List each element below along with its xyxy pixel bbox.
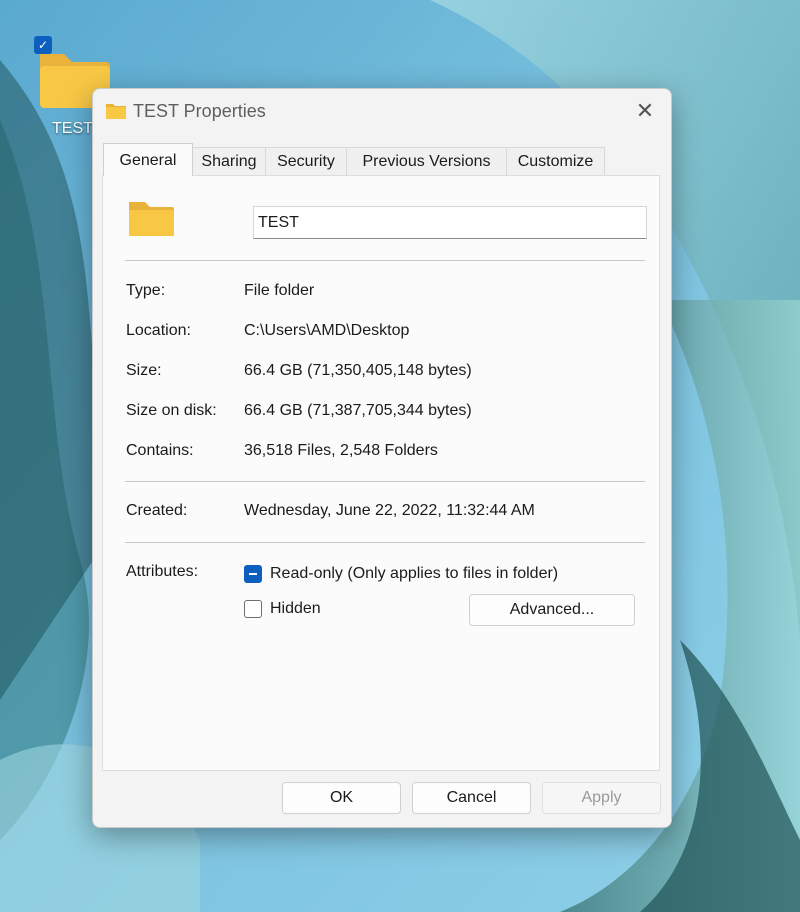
close-icon: ✕ (635, 98, 655, 123)
size-on-disk-value: 66.4 GB (71,387,705,344 bytes) (244, 402, 472, 419)
attributes-label: Attributes: (126, 563, 199, 580)
type-value: File folder (244, 282, 315, 299)
location-value: C:\Users\AMD\Desktop (244, 322, 410, 339)
divider (125, 542, 645, 543)
divider (125, 481, 645, 482)
tab-customize[interactable]: Customize (506, 147, 605, 175)
tab-security[interactable]: Security (265, 147, 347, 175)
type-label: Type: (126, 282, 166, 299)
contains-label: Contains: (126, 442, 194, 459)
selected-check-icon: ✓ (34, 36, 52, 54)
tab-previous-versions[interactable]: Previous Versions (346, 147, 507, 175)
tab-general[interactable]: General (103, 143, 193, 176)
size-value: 66.4 GB (71,350,405,148 bytes) (244, 362, 472, 379)
general-panel: TEST Type: File folder Location: C:\User… (102, 175, 660, 771)
advanced-button[interactable]: Advanced... (469, 594, 635, 626)
desktop-icon-label: TEST (52, 120, 93, 137)
size-label: Size: (126, 362, 162, 379)
readonly-checkbox[interactable] (244, 565, 262, 583)
folder-icon (129, 202, 174, 236)
hidden-label: Hidden (270, 600, 321, 617)
divider (125, 260, 645, 261)
hidden-checkbox[interactable] (244, 600, 262, 618)
properties-dialog: TEST Properties ✕ General Sharing Securi… (92, 88, 672, 828)
folder-icon (106, 104, 126, 119)
readonly-label: Read-only (Only applies to files in fold… (270, 565, 559, 582)
location-label: Location: (126, 322, 191, 339)
created-value: Wednesday, June 22, 2022, 11:32:44 AM (244, 502, 535, 519)
folder-name-input[interactable]: TEST (253, 206, 647, 239)
title-bar[interactable]: TEST Properties ✕ (93, 89, 671, 133)
created-label: Created: (126, 502, 188, 519)
close-button[interactable]: ✕ (627, 95, 663, 127)
ok-button[interactable]: OK (282, 782, 401, 814)
window-title: TEST Properties (133, 101, 266, 121)
size-on-disk-label: Size on disk: (126, 402, 217, 419)
apply-button[interactable]: Apply (542, 782, 661, 814)
contains-value: 36,518 Files, 2,548 Folders (244, 442, 438, 459)
tab-sharing[interactable]: Sharing (192, 147, 266, 175)
cancel-button[interactable]: Cancel (412, 782, 531, 814)
